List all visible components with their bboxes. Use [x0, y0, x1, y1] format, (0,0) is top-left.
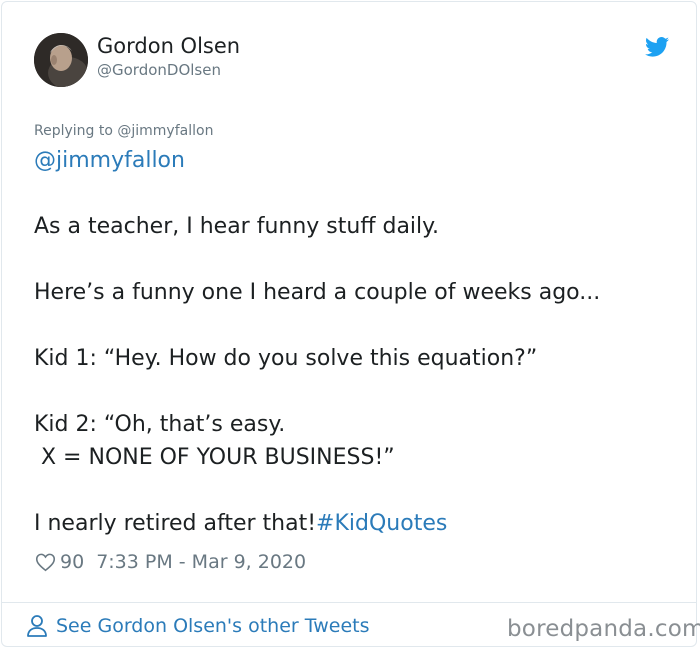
avatar[interactable]	[34, 33, 88, 87]
tweet-meta: 90 7:33 PM - Mar 9, 2020	[35, 551, 306, 573]
divider	[2, 602, 696, 603]
see-other-tweets-label[interactable]: See Gordon Olsen's other Tweets	[56, 615, 369, 637]
hashtag-link[interactable]: #KidQuotes	[316, 511, 447, 536]
replying-to-label: Replying to @jimmyfallon	[34, 123, 214, 139]
tweet-timestamp[interactable]: 7:33 PM - Mar 9, 2020	[96, 551, 306, 573]
tweet-line: Here’s a funny one I heard a couple of w…	[34, 280, 601, 305]
avatar-photo-icon	[34, 33, 88, 87]
mention-link[interactable]: @jimmyfallon	[34, 144, 674, 177]
boredpanda-watermark: boredpanda.com	[507, 616, 700, 642]
like-count[interactable]: 90	[60, 551, 84, 573]
twitter-bird-icon[interactable]	[645, 37, 669, 57]
tweet-line: As a teacher, I hear funny stuff daily.	[34, 214, 440, 239]
tweet-card: Gordon Olsen @GordonDOlsen Replying to @…	[1, 1, 700, 647]
person-icon	[27, 615, 47, 637]
tweet-line: Kid 1: “Hey. How do you solve this equat…	[34, 346, 538, 371]
tweet-line: X = NONE OF YOUR BUSINESS!”	[34, 445, 395, 470]
tweet-last-line: I nearly retired after that!#KidQuotes	[34, 507, 674, 540]
tweet-body: @jimmyfallon As a teacher, I hear funny …	[34, 144, 674, 540]
author-display-name[interactable]: Gordon Olsen	[97, 34, 240, 58]
tweet-line: Kid 2: “Oh, that’s easy.	[34, 412, 286, 437]
see-other-tweets-link[interactable]: See Gordon Olsen's other Tweets	[26, 614, 369, 638]
heart-icon[interactable]	[35, 552, 56, 572]
tweet-line: I nearly retired after that!	[34, 511, 317, 536]
author-handle[interactable]: @GordonDOlsen	[97, 61, 221, 79]
